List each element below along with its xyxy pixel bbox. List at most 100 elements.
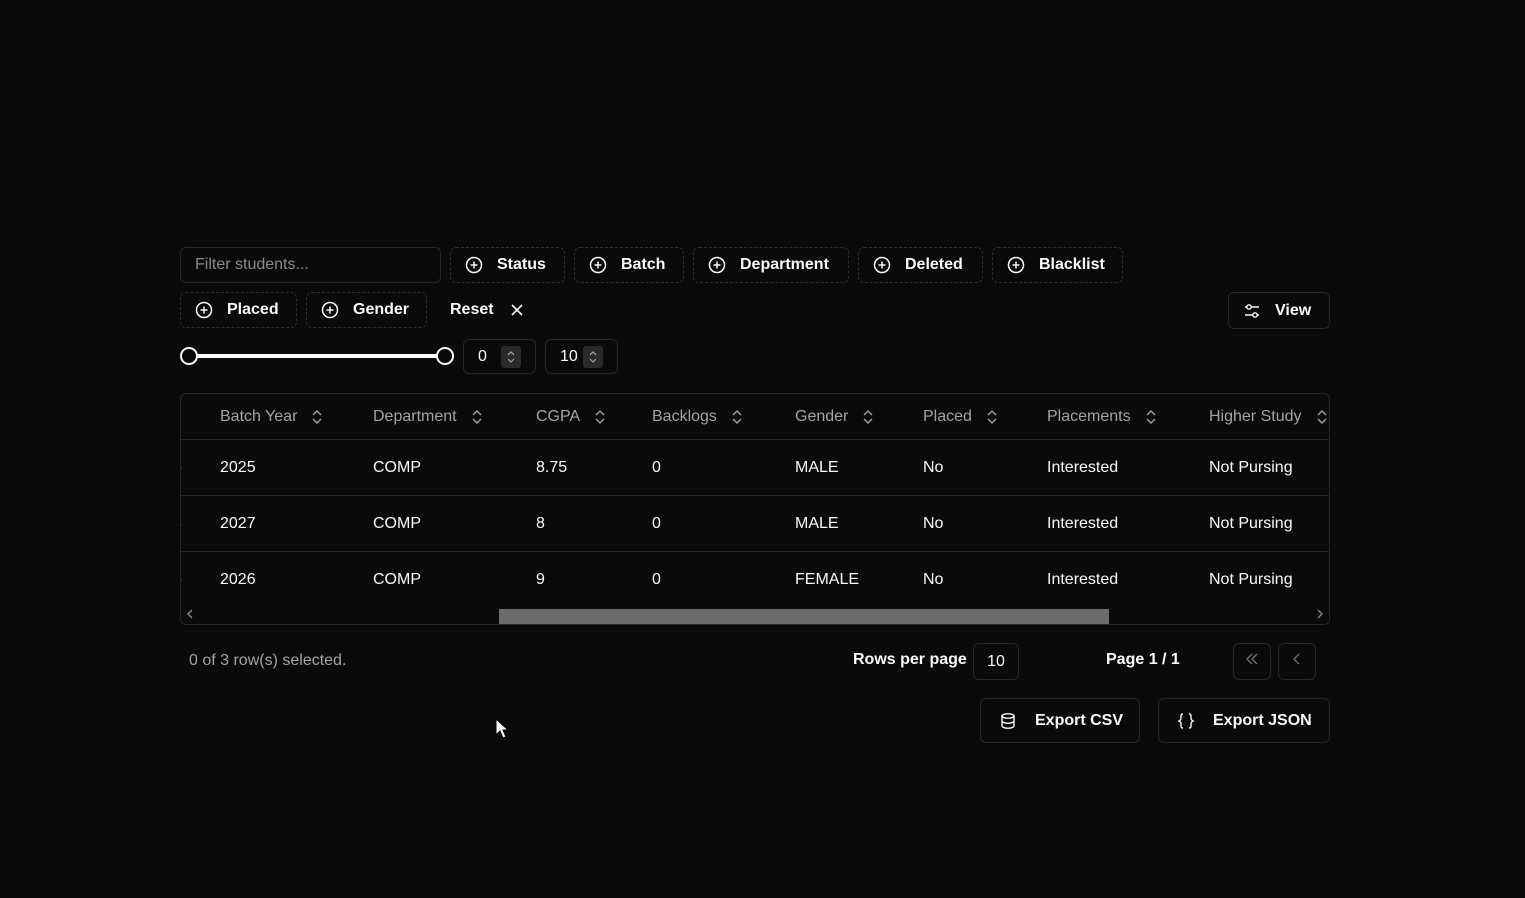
rows-per-page-select[interactable]: 10 xyxy=(973,643,1019,680)
reset-label: Reset xyxy=(450,301,494,318)
sort-icon xyxy=(862,409,874,425)
table-cell: Not Pursing xyxy=(1209,515,1293,532)
table-cell: Interested xyxy=(1047,571,1119,588)
table-cell: MALE xyxy=(795,459,839,476)
table-cell: 0 xyxy=(652,515,661,532)
column-header-batch-year[interactable]: Batch Year xyxy=(220,394,323,440)
column-label: Department xyxy=(373,408,457,425)
view-label: View xyxy=(1275,301,1312,319)
range-min-thumb[interactable] xyxy=(180,347,198,365)
export-csv-label: Export CSV xyxy=(1035,711,1124,729)
table-cell: 0 xyxy=(652,459,661,476)
batch-filter-label: Batch xyxy=(621,256,666,273)
column-label: Gender xyxy=(795,408,849,425)
plus-circle-icon xyxy=(708,256,726,274)
column-header-placements[interactable]: Placements xyxy=(1047,394,1157,440)
table-cell: No xyxy=(923,515,944,532)
table-cell: COMP xyxy=(373,515,421,532)
close-icon xyxy=(510,303,524,317)
table-header: Batch Year Department CGPA Backlogs Gend… xyxy=(181,394,1329,440)
placed-filter-label: Placed xyxy=(227,301,279,318)
table-cell: MALE xyxy=(795,515,839,532)
stepper-icon[interactable] xyxy=(501,346,521,368)
rows-per-page-label: Rows per page xyxy=(853,651,967,668)
export-json-label: Export JSON xyxy=(1213,711,1312,729)
scroll-right-icon[interactable] xyxy=(1315,608,1325,623)
column-header-higher-study[interactable]: Higher Study xyxy=(1209,394,1328,440)
previous-page-button[interactable] xyxy=(1278,643,1316,680)
range-max-thumb[interactable] xyxy=(436,347,454,365)
column-header-department[interactable]: Department xyxy=(373,394,483,440)
column-label: Higher Study xyxy=(1209,408,1302,425)
horizontal-scrollbar[interactable] xyxy=(181,606,1329,624)
range-min-value: 0 xyxy=(478,347,487,365)
table-row[interactable]: 5 2026 COMP 9 0 FEMALE No Interested Not Pursing xyxy=(181,552,1329,608)
table-cell: Interested xyxy=(1047,459,1119,476)
table-cell: 8.75 xyxy=(536,459,568,476)
table-cell: Interested xyxy=(1047,515,1119,532)
blacklist-filter-button[interactable]: Blacklist xyxy=(992,247,1123,283)
plus-circle-icon xyxy=(589,256,607,274)
students-table: Batch Year Department CGPA Backlogs Gend… xyxy=(180,393,1330,625)
first-page-button[interactable] xyxy=(1233,643,1271,680)
plus-circle-icon xyxy=(195,301,213,319)
sliders-icon xyxy=(1243,302,1261,320)
plus-circle-icon xyxy=(465,256,483,274)
page-indicator: Page 1 / 1 xyxy=(1106,651,1180,668)
department-filter-button[interactable]: Department xyxy=(693,247,849,283)
placed-filter-button[interactable]: Placed xyxy=(180,292,297,328)
column-label: Backlogs xyxy=(652,408,717,425)
table-cell: Not Pursing xyxy=(1209,459,1293,476)
chevrons-left-icon xyxy=(1244,652,1260,671)
table-row[interactable]: 6 2025 COMP 8.75 0 MALE No Interested Not Pursin… xyxy=(181,440,1329,496)
selection-count: 0 of 3 row(s) selected. xyxy=(189,652,347,669)
gender-filter-button[interactable]: Gender xyxy=(306,292,427,328)
column-header-placed[interactable]: Placed xyxy=(923,394,998,440)
view-options-button[interactable]: View xyxy=(1228,292,1330,329)
export-json-button[interactable]: Export JSON xyxy=(1158,698,1330,743)
plus-circle-icon xyxy=(873,256,891,274)
sort-icon xyxy=(731,409,743,425)
sort-icon xyxy=(1145,409,1157,425)
table-cell: Not Pursing xyxy=(1209,571,1293,588)
status-filter-button[interactable]: Status xyxy=(450,247,565,283)
table-cell: 2025 xyxy=(220,459,256,476)
rows-per-page-value: 10 xyxy=(987,652,1005,670)
column-header-backlogs[interactable]: Backlogs xyxy=(652,394,743,440)
table-cell: 2027 xyxy=(220,515,256,532)
sort-icon xyxy=(594,409,606,425)
batch-filter-button[interactable]: Batch xyxy=(574,247,684,283)
cgpa-range-track[interactable] xyxy=(188,354,446,358)
range-min-input[interactable]: 0 xyxy=(463,339,536,374)
gender-filter-label: Gender xyxy=(353,301,410,318)
filter-students-input[interactable] xyxy=(180,247,441,283)
reset-filters-button[interactable]: Reset xyxy=(436,292,536,328)
table-cell-truncated: 3 xyxy=(181,496,182,552)
table-cell-truncated: 6 xyxy=(181,440,182,496)
stepper-icon[interactable] xyxy=(583,346,603,368)
column-header-cgpa[interactable]: CGPA xyxy=(536,394,606,440)
export-csv-button[interactable]: Export CSV xyxy=(980,698,1140,743)
range-max-input[interactable]: 10 xyxy=(545,339,618,374)
column-label: Placed xyxy=(923,408,972,425)
department-filter-label: Department xyxy=(740,256,829,273)
sort-icon xyxy=(471,409,483,425)
column-label: Batch Year xyxy=(220,408,298,425)
sort-icon xyxy=(1316,409,1328,425)
scroll-left-icon[interactable] xyxy=(185,608,195,623)
sort-icon xyxy=(311,409,323,425)
table-row[interactable]: 3 2027 COMP 8 0 MALE No Interested Not Pursing xyxy=(181,496,1329,552)
column-header-gender[interactable]: Gender xyxy=(795,394,874,440)
table-cell: 2026 xyxy=(220,571,256,588)
deleted-filter-label: Deleted xyxy=(905,256,963,273)
column-label: Placements xyxy=(1047,408,1131,425)
scrollbar-thumb[interactable] xyxy=(499,609,1109,624)
chevron-left-icon xyxy=(1291,652,1303,671)
deleted-filter-button[interactable]: Deleted xyxy=(858,247,983,283)
braces-icon xyxy=(1177,712,1195,730)
table-cell: 0 xyxy=(652,571,661,588)
table-cell: COMP xyxy=(373,459,421,476)
column-label: CGPA xyxy=(536,408,581,425)
table-cell: FEMALE xyxy=(795,571,860,588)
table-cell: 9 xyxy=(536,571,545,588)
